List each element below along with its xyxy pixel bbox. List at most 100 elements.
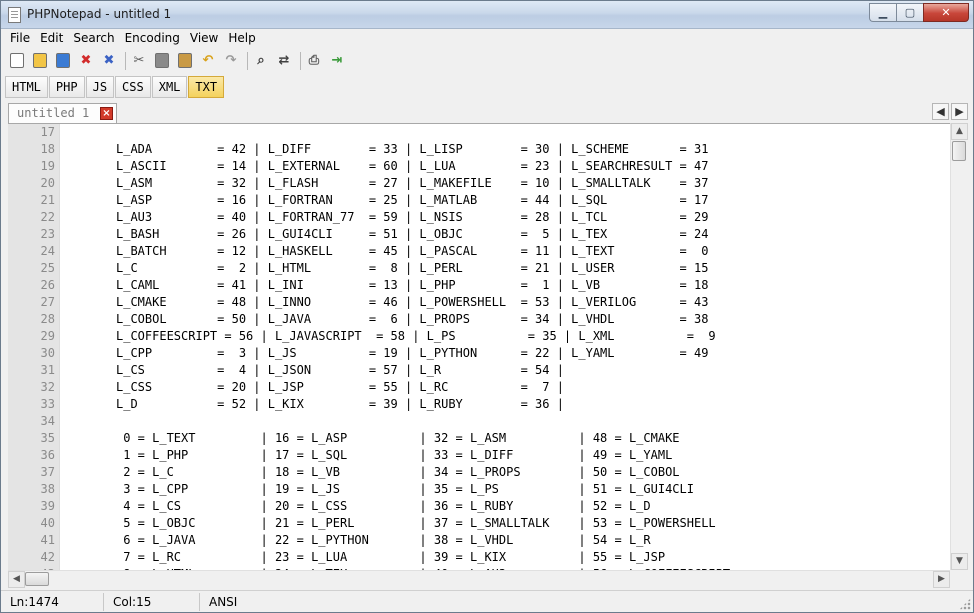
- exit-icon[interactable]: ⇥: [327, 51, 347, 71]
- document-tabs: untitled 1 × ◀ ▶: [1, 101, 973, 123]
- line-number: 27: [40, 295, 55, 309]
- code-line[interactable]: L_ADA = 42 | L_DIFF = 33 | L_LISP = 30 |…: [116, 141, 708, 158]
- code-line[interactable]: L_CAML = 41 | L_INI = 13 | L_PHP = 1 | L…: [116, 277, 708, 294]
- line-number: 39: [40, 499, 55, 513]
- lang-php-button[interactable]: PHP: [48, 75, 85, 98]
- window-controls: ▁ ▢ ✕: [869, 3, 969, 22]
- language-bar: HTML PHP JS CSS XML TXT: [1, 74, 973, 99]
- line-number: 35: [40, 431, 55, 445]
- line-number: 18: [40, 142, 55, 156]
- line-number: 30: [40, 346, 55, 360]
- menu-bar: File Edit Search Encoding View Help: [1, 29, 973, 48]
- code-line[interactable]: 0 = L_TEXT | 16 = L_ASP | 32 = L_ASM | 4…: [116, 430, 679, 447]
- menu-edit[interactable]: Edit: [35, 29, 68, 48]
- status-bar: Ln:1474 Col:15 ANSI: [1, 590, 973, 612]
- code-line[interactable]: L_BATCH = 12 | L_HASKELL = 45 | L_PASCAL…: [116, 243, 708, 260]
- line-number: 36: [40, 448, 55, 462]
- menu-help[interactable]: Help: [223, 29, 260, 48]
- cut-icon[interactable]: ✂: [129, 51, 149, 71]
- code-line[interactable]: 2 = L_C | 18 = L_VB | 34 = L_PROPS | 50 …: [116, 464, 679, 481]
- code-line[interactable]: L_CS = 4 | L_JSON = 57 | L_R = 54 |: [116, 362, 564, 379]
- line-number: 17: [40, 125, 55, 139]
- horizontal-scrollbar[interactable]: ◀ ▶: [8, 570, 950, 588]
- code-line[interactable]: L_AU3 = 40 | L_FORTRAN_77 = 59 | L_NSIS …: [116, 209, 708, 226]
- close-file-icon[interactable]: ✖: [76, 51, 96, 71]
- toolbar-separator: [247, 51, 248, 70]
- lang-xml-button[interactable]: XML: [151, 75, 188, 98]
- status-line: Ln:1474: [1, 592, 104, 611]
- toolbar-separator: [300, 51, 301, 70]
- lang-html-button[interactable]: HTML: [5, 75, 48, 98]
- code-line[interactable]: L_CMAKE = 48 | L_INNO = 46 | L_POWERSHEL…: [116, 294, 708, 311]
- lang-css-button[interactable]: CSS: [115, 75, 151, 98]
- code-line[interactable]: 4 = L_CS | 20 = L_CSS | 36 = L_RUBY | 52…: [116, 498, 650, 515]
- replace-icon[interactable]: ⇄: [274, 51, 294, 71]
- print-icon[interactable]: ⎙: [304, 51, 324, 71]
- save-icon[interactable]: [53, 51, 73, 71]
- line-number: 38: [40, 482, 55, 496]
- tab-label: untitled 1: [17, 106, 90, 120]
- undo-icon[interactable]: ↶: [198, 51, 218, 71]
- code-line[interactable]: L_COBOL = 50 | L_JAVA = 6 | L_PROPS = 34…: [116, 311, 708, 328]
- tab-untitled-1[interactable]: untitled 1 ×: [8, 103, 117, 123]
- text-editor[interactable]: 17 18 19 20 21 22 23 24 25 26 27 28 29 30 31 32 33 34 35 36…: [8, 123, 950, 570]
- line-number: 32: [40, 380, 55, 394]
- menu-search[interactable]: Search: [68, 29, 119, 48]
- new-file-icon[interactable]: [7, 51, 27, 71]
- tab-close-icon[interactable]: ×: [100, 107, 113, 120]
- code-line[interactable]: L_ASCII = 14 | L_EXTERNAL = 60 | L_LUA =…: [116, 158, 708, 175]
- code-line[interactable]: L_D = 52 | L_KIX = 39 | L_RUBY = 36 |: [116, 396, 564, 413]
- vertical-scroll-thumb[interactable]: [952, 141, 966, 161]
- tab-next-button[interactable]: ▶: [951, 103, 968, 120]
- code-line[interactable]: L_COFFEESCRIPT = 56 | L_JAVASCRIPT = 58 …: [116, 328, 716, 345]
- redo-icon[interactable]: ↷: [221, 51, 241, 71]
- status-column: Col:15: [104, 592, 200, 611]
- notepad-app-icon: [8, 7, 21, 23]
- toolbar-separator: [125, 51, 126, 70]
- code-line[interactable]: 7 = L_RC | 23 = L_LUA | 39 = L_KIX | 55 …: [116, 549, 665, 566]
- vertical-scrollbar[interactable]: ▲ ▼: [950, 123, 968, 570]
- menu-file[interactable]: File: [5, 29, 35, 48]
- code-line[interactable]: L_CPP = 3 | L_JS = 19 | L_PYTHON = 22 | …: [116, 345, 708, 362]
- code-line[interactable]: L_CSS = 20 | L_JSP = 55 | L_RC = 7 |: [116, 379, 564, 396]
- paste-icon[interactable]: [175, 51, 195, 71]
- close-all-icon[interactable]: ✖: [99, 51, 119, 71]
- code-line[interactable]: L_BASH = 26 | L_GUI4CLI = 51 | L_OBJC = …: [116, 226, 708, 243]
- scroll-down-icon[interactable]: ▼: [951, 553, 968, 570]
- line-number: 41: [40, 533, 55, 547]
- status-encoding: ANSI: [209, 594, 238, 609]
- scroll-up-icon[interactable]: ▲: [951, 123, 968, 140]
- code-line[interactable]: 1 = L_PHP | 17 = L_SQL | 33 = L_DIFF | 4…: [116, 447, 672, 464]
- menu-encoding[interactable]: Encoding: [120, 29, 185, 48]
- tab-prev-button[interactable]: ◀: [932, 103, 949, 120]
- code-line[interactable]: L_ASM = 32 | L_FLASH = 27 | L_MAKEFILE =…: [116, 175, 708, 192]
- line-number: 21: [40, 193, 55, 207]
- code-line[interactable]: L_C = 2 | L_HTML = 8 | L_PERL = 21 | L_U…: [116, 260, 708, 277]
- lang-txt-button[interactable]: TXT: [188, 75, 225, 98]
- line-number: 20: [40, 176, 55, 190]
- resize-grip-icon[interactable]: [959, 598, 971, 610]
- close-button[interactable]: ✕: [923, 3, 969, 22]
- open-folder-icon[interactable]: [30, 51, 50, 71]
- scroll-right-icon[interactable]: ▶: [933, 571, 950, 588]
- scroll-left-icon[interactable]: ◀: [8, 571, 25, 588]
- minimize-button[interactable]: ▁: [869, 3, 896, 22]
- title-bar[interactable]: PHPNotepad - untitled 1 ▁ ▢ ✕: [1, 1, 973, 29]
- line-number: 28: [40, 312, 55, 326]
- line-number: 24: [40, 244, 55, 258]
- horizontal-scroll-thumb[interactable]: [25, 572, 49, 586]
- line-number: 37: [40, 465, 55, 479]
- code-line[interactable]: 3 = L_CPP | 19 = L_JS | 35 = L_PS | 51 =…: [116, 481, 694, 498]
- code-line[interactable]: 5 = L_OBJC | 21 = L_PERL | 37 = L_SMALLT…: [116, 515, 715, 532]
- line-number: 31: [40, 363, 55, 377]
- line-number: 29: [40, 329, 55, 343]
- code-line[interactable]: L_ASP = 16 | L_FORTRAN = 25 | L_MATLAB =…: [116, 192, 708, 209]
- menu-view[interactable]: View: [185, 29, 223, 48]
- line-number: 40: [40, 516, 55, 530]
- lang-js-button[interactable]: JS: [85, 75, 115, 98]
- copy-icon[interactable]: [152, 51, 172, 71]
- maximize-button[interactable]: ▢: [896, 3, 923, 22]
- code-line[interactable]: 6 = L_JAVA | 22 = L_PYTHON | 38 = L_VHDL…: [116, 532, 650, 549]
- find-icon[interactable]: ⌕: [251, 51, 271, 71]
- line-number: 22: [40, 210, 55, 224]
